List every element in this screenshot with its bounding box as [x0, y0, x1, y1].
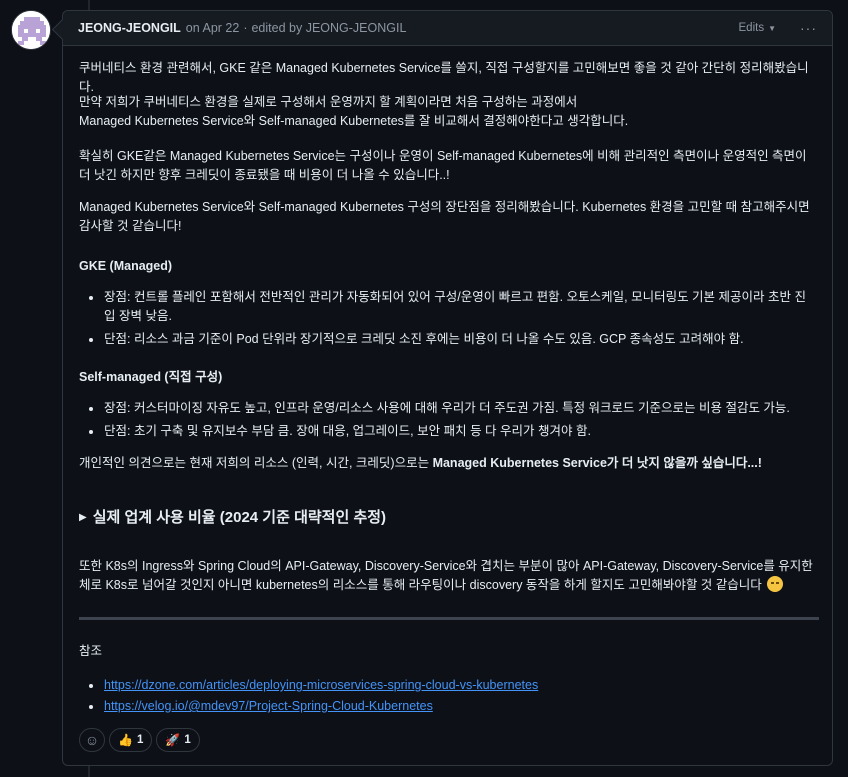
- reaction-count: 1: [136, 733, 144, 746]
- reference-list: https://dzone.com/articles/deploying-mic…: [79, 676, 814, 718]
- avatar[interactable]: [11, 10, 51, 50]
- smiling-face-icon: [767, 576, 784, 592]
- list-item: https://velog.io/@mdev97/Project-Spring-…: [79, 697, 814, 716]
- comment-date[interactable]: on Apr 22: [186, 21, 240, 35]
- reference-title: 참조: [79, 644, 103, 658]
- triangle-right-icon: ▶: [79, 512, 87, 523]
- kebab-menu-icon[interactable]: ···: [800, 20, 817, 36]
- reference-link[interactable]: https://velog.io/@mdev97/Project-Spring-…: [104, 699, 433, 713]
- paragraph-opinion: 개인적인 의견으로는 현재 저희의 리소스 (인력, 시간, 크레딧)으로는 M…: [79, 454, 819, 473]
- gke-list: 장점: 컨트롤 플레인 포함해서 전반적인 관리가 자동화되어 있어 구성/운영…: [79, 288, 814, 353]
- ingress-text: 또한 K8s의 Ingress와 Spring Cloud의 API-Gatew…: [79, 559, 813, 592]
- chevron-down-icon: ▼: [768, 23, 776, 33]
- list-item: 장점: 컨트롤 플레인 포함해서 전반적인 관리가 자동화되어 있어 구성/운영…: [79, 288, 814, 326]
- details-summary[interactable]: ▶ 실제 업계 사용 비율 (2024 기준 대략적인 추정): [79, 508, 386, 527]
- self-managed-heading: Self-managed (직접 구성): [79, 370, 223, 384]
- add-reaction-button[interactable]: ☺: [79, 728, 105, 752]
- self-managed-list: 장점: 커스터마이징 자유도 높고, 인프라 운영/리소스 사용에 대해 우리가…: [79, 399, 814, 445]
- identicon-icon: [12, 11, 50, 49]
- paragraph-cost: 확실히 GKE같은 Managed Kubernetes Service는 구성…: [79, 149, 807, 182]
- paragraph-plan-line2: Managed Kubernetes Service와 Self-managed…: [79, 114, 629, 128]
- smiley-icon: ☺: [84, 731, 100, 748]
- separator-dot: ·: [243, 21, 248, 35]
- paragraph-ingress: 또한 K8s의 Ingress와 Spring Cloud의 API-Gatew…: [79, 557, 824, 595]
- thumbs-up-icon: 👍: [118, 732, 133, 747]
- paragraph-plan: 만약 저희가 쿠버네티스 환경을 실제로 구성해서 운영까지 할 계획이라면 처…: [79, 93, 819, 131]
- reactions-bar: ☺ 👍 1 🚀 1: [79, 728, 200, 752]
- opinion-bold: Managed Kubernetes Service가 더 낫지 않을까 싶습니…: [432, 456, 762, 470]
- edited-by-text: edited by JEONG-JEONGIL: [251, 21, 407, 35]
- paragraph-intro: 쿠버네티스 환경 관련해서, GKE 같은 Managed Kubernetes…: [79, 61, 809, 94]
- list-item: https://dzone.com/articles/deploying-mic…: [79, 676, 814, 695]
- paragraph-plan-line1: 만약 저희가 쿠버네티스 환경을 실제로 구성해서 운영까지 할 계획이라면 처…: [79, 95, 578, 109]
- list-item: 단점: 리소스 과금 기준이 Pod 단위라 장기적으로 크레딧 소진 후에는 …: [79, 330, 814, 349]
- reaction-thumbs-up[interactable]: 👍 1: [109, 728, 153, 752]
- details-summary-text: 실제 업계 사용 비율 (2024 기준 대략적인 추정): [92, 509, 387, 526]
- reaction-count: 1: [184, 733, 191, 746]
- paragraph-summary: Managed Kubernetes Service와 Self-managed…: [79, 200, 810, 233]
- author-link[interactable]: JEONG-JEONGIL: [78, 21, 181, 35]
- rocket-icon: 🚀: [165, 732, 181, 747]
- list-item: 장점: 커스터마이징 자유도 높고, 인프라 운영/리소스 사용에 대해 우리가…: [79, 399, 814, 418]
- comment-box: JEONG-JEONGIL on Apr 22 · edited by JEON…: [62, 10, 833, 766]
- reference-link[interactable]: https://dzone.com/articles/deploying-mic…: [104, 678, 538, 692]
- gke-heading: GKE (Managed): [79, 259, 173, 273]
- edits-label: Edits: [738, 22, 765, 34]
- comment-header: JEONG-JEONGIL on Apr 22 · edited by JEON…: [63, 11, 832, 46]
- list-item: 단점: 초기 구축 및 유지보수 부담 큼. 장애 대응, 업그레이드, 보안 …: [79, 422, 814, 441]
- reaction-rocket[interactable]: 🚀 1: [156, 728, 200, 752]
- divider: [79, 617, 819, 620]
- opinion-text: 개인적인 의견으로는 현재 저희의 리소스 (인력, 시간, 크레딧)으로는: [79, 456, 433, 470]
- edits-dropdown[interactable]: Edits ▼: [739, 22, 777, 34]
